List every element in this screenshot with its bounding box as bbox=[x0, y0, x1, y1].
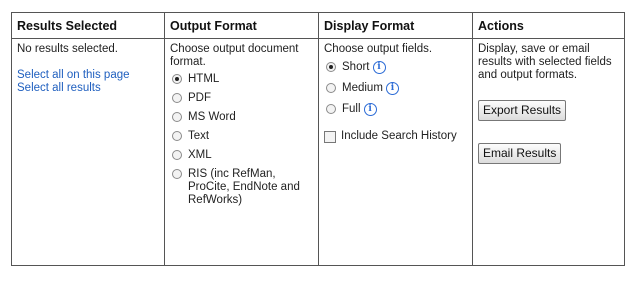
select-all-page-link[interactable]: Select all on this page bbox=[17, 69, 159, 82]
output-format-header: Output Format bbox=[165, 13, 318, 39]
radio-ris[interactable] bbox=[172, 169, 182, 179]
actions-header: Actions bbox=[473, 13, 624, 39]
display-option-medium[interactable]: Medium i bbox=[324, 82, 467, 95]
radio-text[interactable] bbox=[172, 131, 182, 141]
output-option-text[interactable]: Text bbox=[170, 130, 313, 143]
display-option-label: Full bbox=[342, 103, 361, 115]
display-format-prompt: Choose output fields. bbox=[324, 43, 433, 55]
output-option-label: HTML bbox=[188, 73, 220, 85]
radio-msword[interactable] bbox=[172, 112, 182, 122]
output-format-column: Output Format Choose output document for… bbox=[165, 13, 319, 265]
email-results-button[interactable]: Email Results bbox=[478, 143, 562, 164]
display-option-label: Medium bbox=[342, 82, 383, 94]
results-selected-header: Results Selected bbox=[12, 13, 164, 39]
radio-medium[interactable] bbox=[326, 83, 336, 93]
results-status: No results selected. bbox=[17, 43, 118, 55]
display-format-header: Display Format bbox=[319, 13, 472, 39]
actions-description: Display, save or email results with sele… bbox=[478, 43, 612, 81]
output-option-ris[interactable]: RIS (inc RefMan, ProCite, EndNote and Re… bbox=[170, 168, 313, 207]
output-option-label: XML bbox=[188, 149, 212, 161]
radio-full[interactable] bbox=[326, 104, 336, 114]
info-icon[interactable]: i bbox=[385, 82, 399, 95]
output-option-pdf[interactable]: PDF bbox=[170, 92, 313, 105]
info-icon[interactable]: i bbox=[363, 103, 377, 116]
info-icon[interactable]: i bbox=[372, 61, 386, 74]
display-format-column: Display Format Choose output fields. Sho… bbox=[319, 13, 473, 265]
export-options-panel: Results Selected No results selected. Se… bbox=[11, 12, 625, 266]
radio-short[interactable] bbox=[326, 62, 336, 72]
export-results-button[interactable]: Export Results bbox=[478, 100, 567, 121]
radio-pdf[interactable] bbox=[172, 93, 182, 103]
actions-column: Actions Display, save or email results w… bbox=[473, 13, 624, 265]
output-option-xml[interactable]: XML bbox=[170, 149, 313, 162]
display-option-label: Short bbox=[342, 61, 370, 73]
include-search-history[interactable]: Include Search History bbox=[324, 130, 467, 143]
output-option-msword[interactable]: MS Word bbox=[170, 111, 313, 124]
select-all-results-link[interactable]: Select all results bbox=[17, 82, 159, 95]
output-option-label: MS Word bbox=[188, 111, 236, 123]
output-format-prompt: Choose output document format. bbox=[170, 43, 299, 68]
search-history-label: Include Search History bbox=[341, 130, 457, 142]
display-option-full[interactable]: Full i bbox=[324, 103, 467, 116]
output-option-label: Text bbox=[188, 130, 210, 142]
search-history-checkbox[interactable] bbox=[324, 131, 336, 143]
output-option-label: RIS (inc RefMan, ProCite, EndNote and Re… bbox=[188, 168, 300, 206]
display-option-short[interactable]: Short i bbox=[324, 61, 467, 74]
results-selected-column: Results Selected No results selected. Se… bbox=[12, 13, 165, 265]
output-option-html[interactable]: HTML bbox=[170, 73, 313, 86]
output-option-label: PDF bbox=[188, 92, 211, 104]
radio-html[interactable] bbox=[172, 74, 182, 84]
radio-xml[interactable] bbox=[172, 150, 182, 160]
